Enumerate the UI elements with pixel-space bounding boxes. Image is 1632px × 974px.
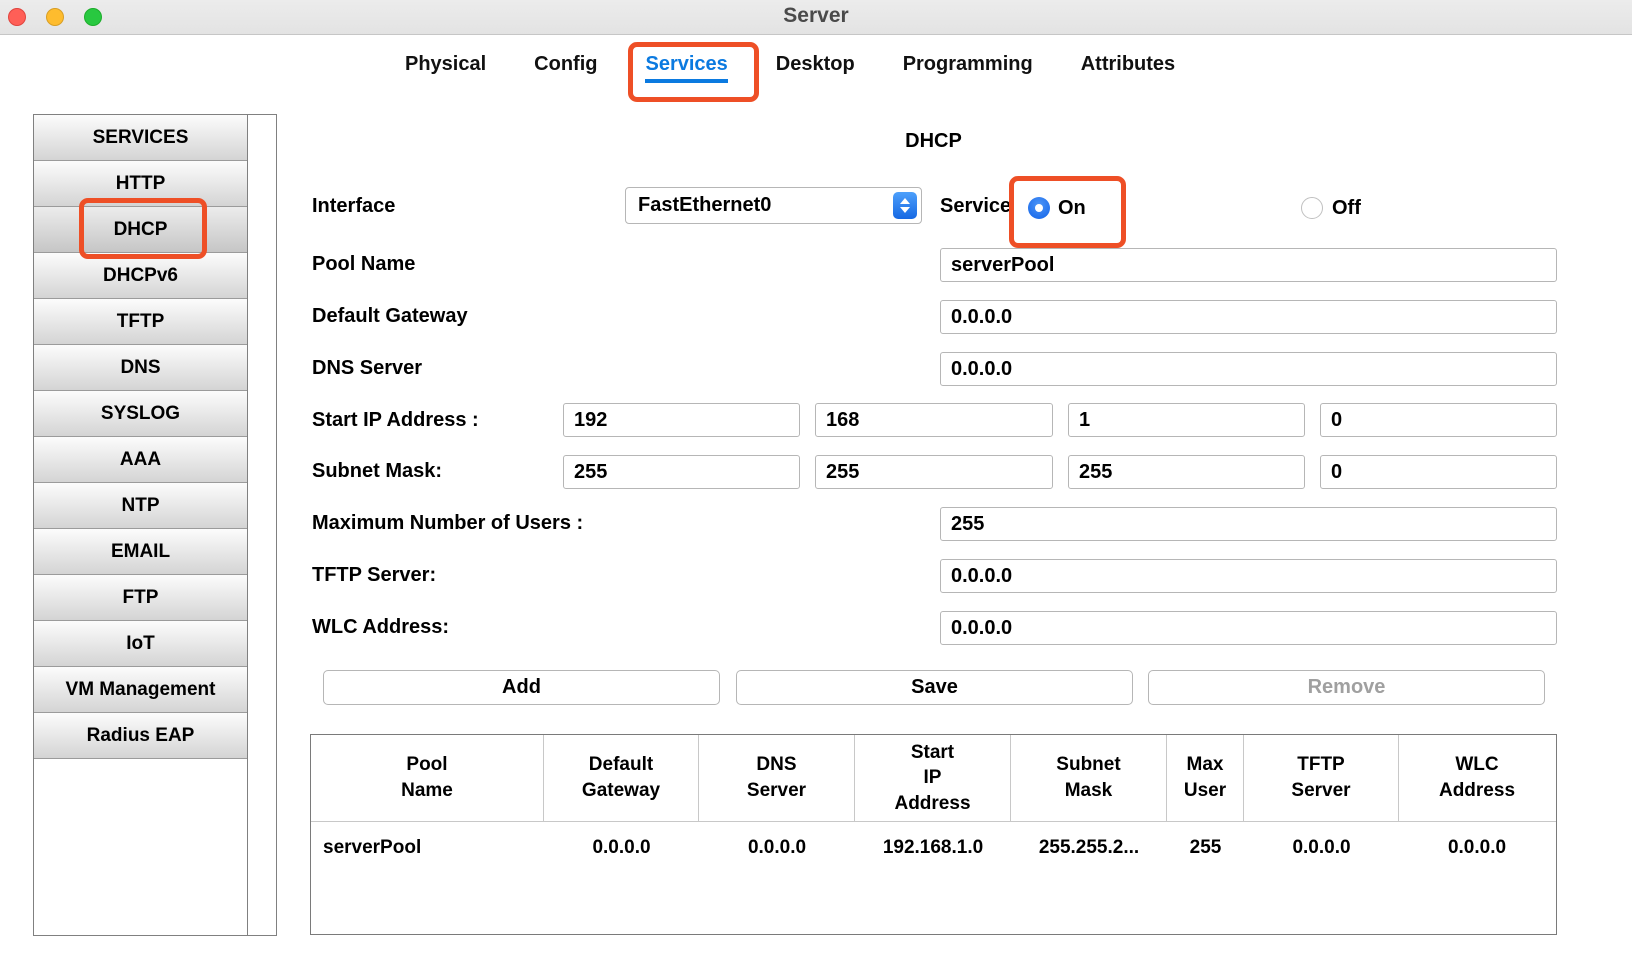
subnet-mask-octet-2[interactable] (815, 455, 1053, 489)
highlight-services-tab (628, 42, 759, 102)
table-header-dns-server: DNS Server (699, 735, 855, 821)
table-cell-max-user[interactable]: 255 (1167, 822, 1244, 874)
save-button[interactable]: Save (736, 670, 1133, 705)
table-header-row: Pool Name Default Gateway DNS Server Sta… (311, 735, 1556, 822)
server-window: Server Physical Config Services Desktop … (0, 0, 1632, 974)
tab-config[interactable]: Config (534, 53, 597, 83)
table-cell-subnet-mask[interactable]: 255.255.2... (1011, 822, 1167, 874)
tab-bar: Physical Config Services Desktop Program… (383, 44, 1224, 91)
default-gateway-input[interactable] (940, 300, 1557, 334)
start-ip-label: Start IP Address : (312, 406, 479, 434)
wlc-address-label: WLC Address: (312, 613, 449, 641)
interface-select[interactable]: FastEthernet0 (625, 187, 922, 224)
sidebar-item-dhcpv6[interactable]: DHCPv6 (34, 253, 247, 299)
service-off-radio[interactable] (1301, 197, 1323, 219)
tab-attributes[interactable]: Attributes (1081, 53, 1175, 83)
table-row[interactable]: serverPool 0.0.0.0 0.0.0.0 192.168.1.0 2… (311, 822, 1556, 874)
subnet-mask-octet-3[interactable] (1068, 455, 1305, 489)
sidebar-item-tftp[interactable]: TFTP (34, 299, 247, 345)
interface-select-value: FastEthernet0 (638, 194, 771, 217)
remove-button[interactable]: Remove (1148, 670, 1545, 705)
pool-name-label: Pool Name (312, 250, 415, 278)
start-ip-octet-4[interactable] (1320, 403, 1557, 437)
table-header-wlc-address: WLC Address (1399, 735, 1555, 821)
sidebar-item-radius-eap[interactable]: Radius EAP (34, 713, 247, 759)
service-off-label[interactable]: Off (1332, 194, 1361, 222)
dropdown-stepper-icon[interactable] (893, 192, 917, 219)
table-cell-pool-name[interactable]: serverPool (311, 822, 544, 874)
table-cell-start-ip[interactable]: 192.168.1.0 (855, 822, 1011, 874)
sidebar-item-aaa[interactable]: AAA (34, 437, 247, 483)
table-cell-wlc-address[interactable]: 0.0.0.0 (1399, 822, 1555, 874)
sidebar-item-iot[interactable]: IoT (34, 621, 247, 667)
table-header-max-user: Max User (1167, 735, 1244, 821)
chevron-down-icon (900, 207, 910, 213)
sidebar-item-ntp[interactable]: NTP (34, 483, 247, 529)
dhcp-panel-title: DHCP (310, 130, 1557, 153)
sidebar-item-dns[interactable]: DNS (34, 345, 247, 391)
max-users-input[interactable] (940, 507, 1557, 541)
tftp-server-input[interactable] (940, 559, 1557, 593)
tftp-server-label: TFTP Server: (312, 561, 436, 589)
table-header-subnet-mask: Subnet Mask (1011, 735, 1167, 821)
sidebar-item-vm-management[interactable]: VM Management (34, 667, 247, 713)
tab-desktop[interactable]: Desktop (776, 53, 855, 83)
table-header-pool-name: Pool Name (311, 735, 544, 821)
sidebar-item-syslog[interactable]: SYSLOG (34, 391, 247, 437)
highlight-service-on-radio (1009, 176, 1126, 248)
sidebar-item-ftp[interactable]: FTP (34, 575, 247, 621)
add-button[interactable]: Add (323, 670, 720, 705)
pool-name-input[interactable] (940, 248, 1557, 282)
dns-server-label: DNS Server (312, 354, 422, 382)
sidebar-item-email[interactable]: EMAIL (34, 529, 247, 575)
max-users-label: Maximum Number of Users : (312, 509, 583, 537)
window-title: Server (0, 4, 1632, 28)
service-label: Service (940, 192, 1011, 220)
tab-physical[interactable]: Physical (405, 53, 486, 83)
start-ip-octet-3[interactable] (1068, 403, 1305, 437)
table-header-tftp-server: TFTP Server (1244, 735, 1399, 821)
start-ip-octet-2[interactable] (815, 403, 1053, 437)
dhcp-pools-table: Pool Name Default Gateway DNS Server Sta… (310, 734, 1557, 935)
chevron-up-icon (900, 198, 910, 204)
window-titlebar: Server (0, 0, 1632, 35)
highlight-dhcp-sidebar-item (79, 198, 207, 259)
subnet-mask-octet-4[interactable] (1320, 455, 1557, 489)
table-header-default-gateway: Default Gateway (544, 735, 699, 821)
table-cell-dns-server[interactable]: 0.0.0.0 (699, 822, 855, 874)
table-cell-tftp-server[interactable]: 0.0.0.0 (1244, 822, 1399, 874)
dns-server-input[interactable] (940, 352, 1557, 386)
tab-programming[interactable]: Programming (903, 53, 1033, 83)
table-header-start-ip: Start IP Address (855, 735, 1011, 821)
default-gateway-label: Default Gateway (312, 302, 468, 330)
start-ip-octet-1[interactable] (563, 403, 800, 437)
subnet-mask-octet-1[interactable] (563, 455, 800, 489)
sidebar-item-services[interactable]: SERVICES (34, 115, 247, 161)
table-cell-default-gateway[interactable]: 0.0.0.0 (544, 822, 699, 874)
interface-label: Interface (312, 192, 395, 220)
wlc-address-input[interactable] (940, 611, 1557, 645)
subnet-mask-label: Subnet Mask: (312, 457, 442, 485)
